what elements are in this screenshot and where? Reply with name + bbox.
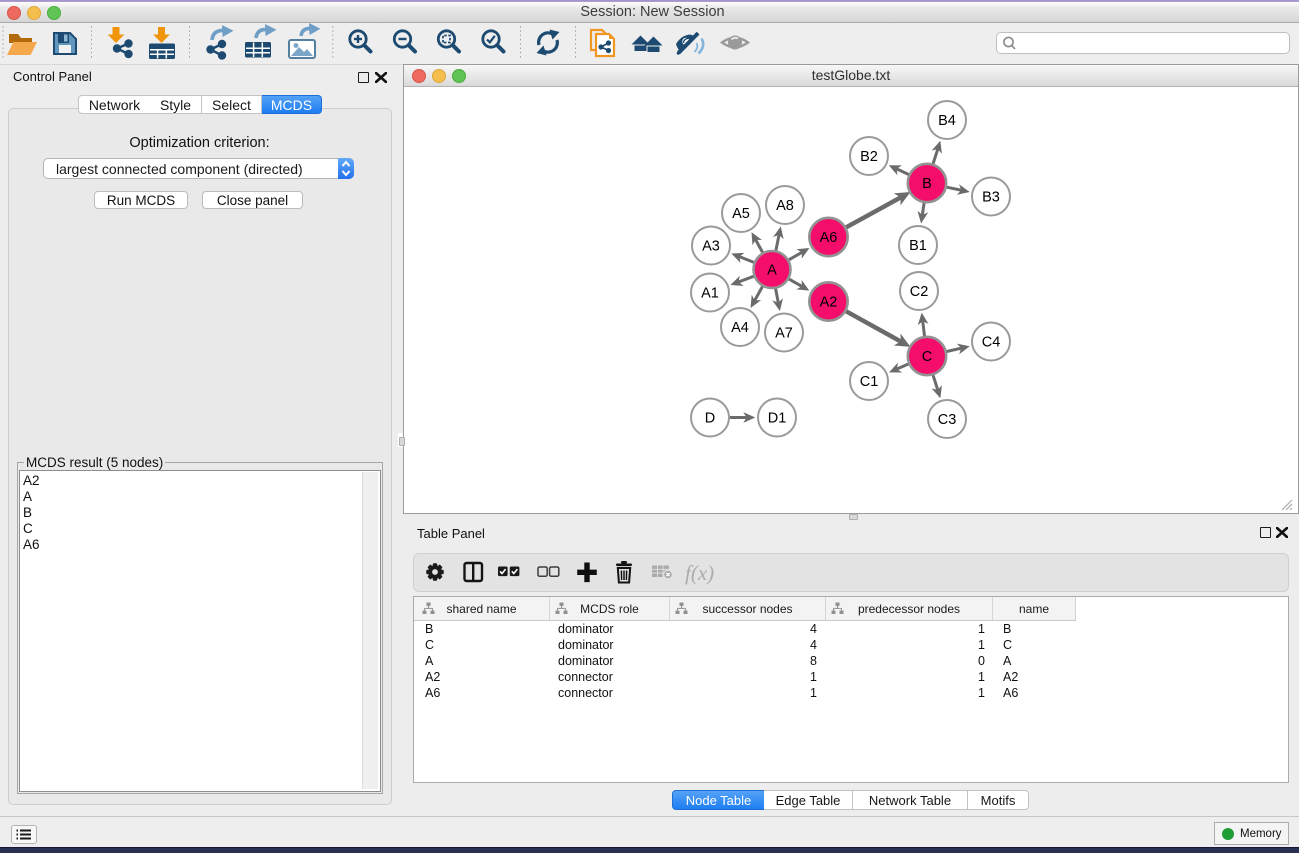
svg-text:B: B	[922, 176, 932, 192]
svg-text:A1: A1	[701, 286, 719, 302]
svg-text:A6: A6	[820, 230, 838, 246]
svg-text:B4: B4	[938, 113, 956, 129]
svg-text:C2: C2	[910, 284, 929, 300]
svg-text:B2: B2	[860, 149, 878, 165]
svg-text:C1: C1	[860, 374, 879, 390]
svg-text:A8: A8	[776, 198, 794, 214]
svg-text:A2: A2	[820, 295, 838, 311]
svg-text:C3: C3	[938, 412, 957, 428]
svg-text:f(x): f(x)	[685, 561, 714, 585]
svg-text:D1: D1	[768, 411, 787, 427]
svg-text:A5: A5	[732, 206, 750, 222]
svg-text:A: A	[767, 263, 777, 279]
svg-text:B3: B3	[982, 190, 1000, 206]
svg-text:C4: C4	[982, 335, 1001, 351]
svg-text:A7: A7	[775, 326, 793, 342]
svg-text:C: C	[922, 349, 932, 365]
svg-text:A3: A3	[702, 239, 720, 255]
svg-text:D: D	[705, 411, 715, 427]
svg-text:B1: B1	[909, 238, 927, 254]
svg-text:A4: A4	[731, 320, 749, 336]
